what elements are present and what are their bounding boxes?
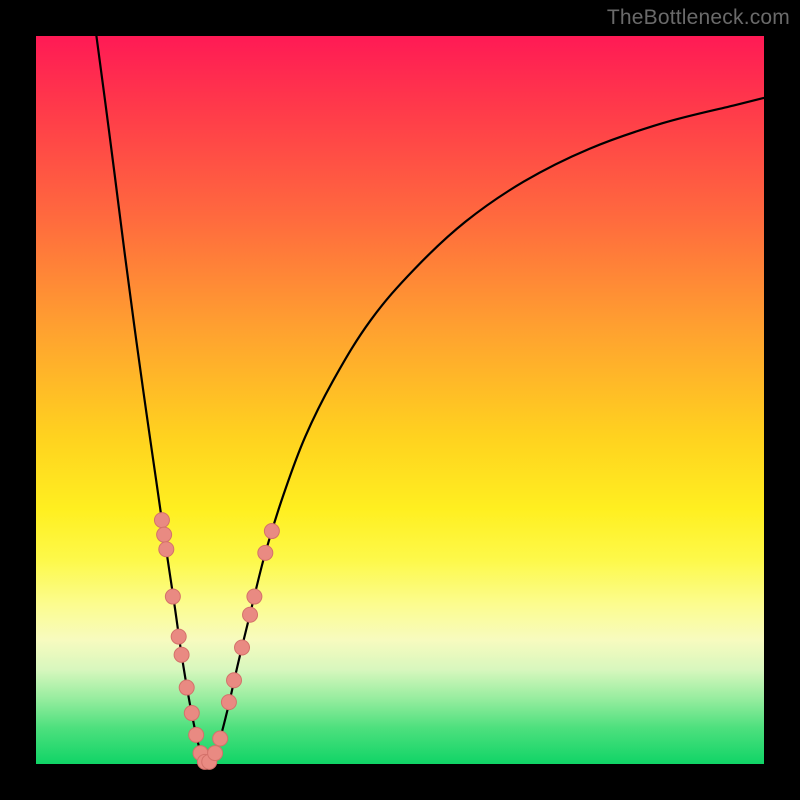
data-marker — [227, 673, 242, 688]
data-marker — [258, 545, 273, 560]
chart-svg — [36, 36, 764, 764]
marker-group — [154, 513, 279, 770]
curve-right-branch — [207, 98, 764, 764]
plot-area — [36, 36, 764, 764]
data-marker — [157, 527, 172, 542]
data-marker — [189, 727, 204, 742]
data-marker — [159, 542, 174, 557]
data-marker — [221, 695, 236, 710]
curve-group — [96, 36, 764, 764]
data-marker — [235, 640, 250, 655]
data-marker — [208, 746, 223, 761]
watermark-text: TheBottleneck.com — [607, 6, 790, 30]
data-marker — [243, 607, 258, 622]
data-marker — [184, 706, 199, 721]
data-marker — [154, 513, 169, 528]
data-marker — [264, 524, 279, 539]
data-marker — [174, 647, 189, 662]
data-marker — [213, 731, 228, 746]
data-marker — [165, 589, 180, 604]
data-marker — [247, 589, 262, 604]
curve-left-branch — [96, 36, 207, 764]
data-marker — [179, 680, 194, 695]
data-marker — [171, 629, 186, 644]
chart-frame: TheBottleneck.com — [0, 0, 800, 800]
